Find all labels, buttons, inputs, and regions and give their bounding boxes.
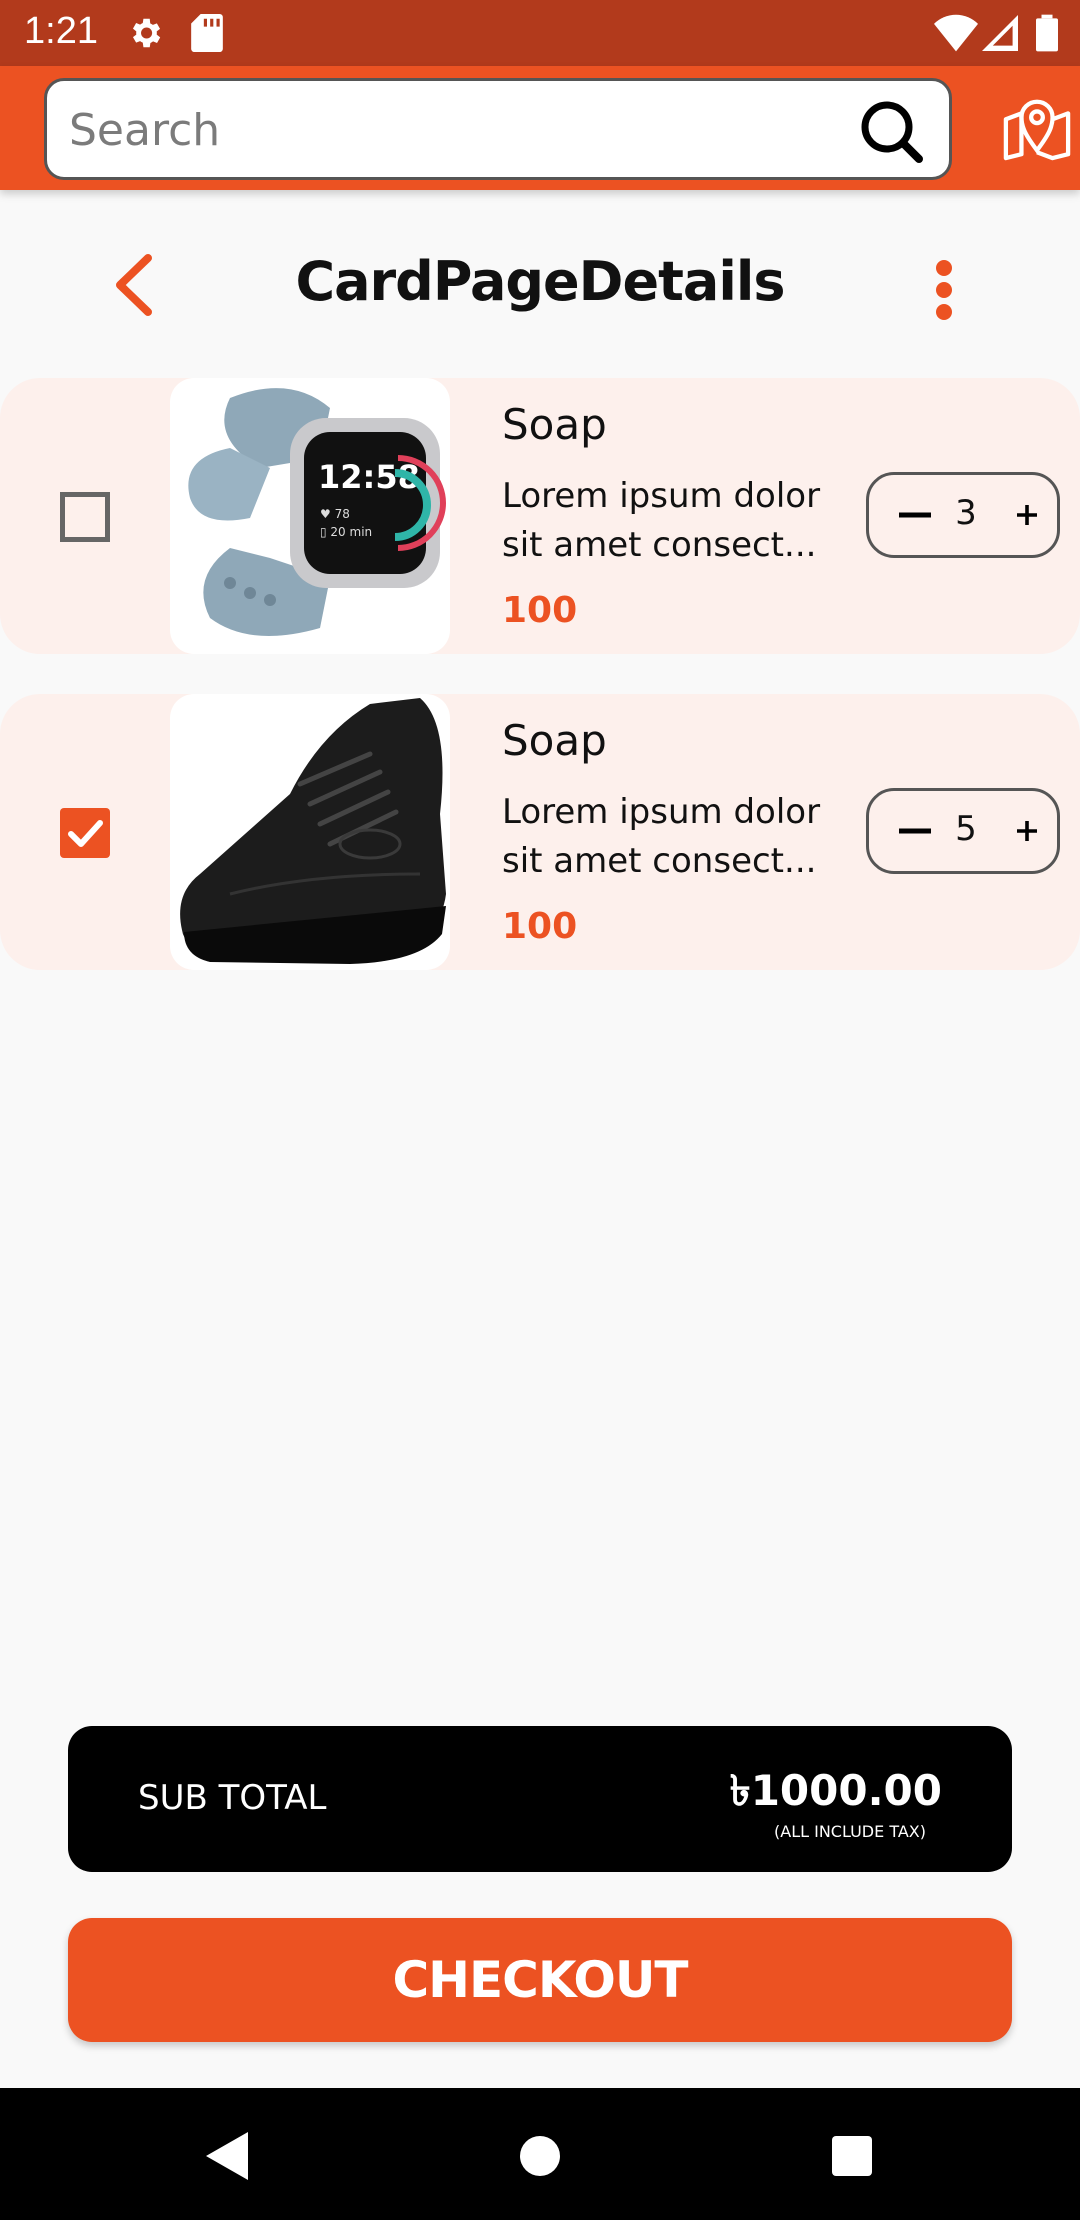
subtotal-tax-note: (ALL INCLUDE TAX) <box>774 1822 926 1841</box>
system-nav-bar <box>0 2088 1080 2220</box>
checkout-button[interactable]: CHECKOUT <box>68 1918 1012 2042</box>
subtotal-panel: SUB TOTAL ৳1000.00 (ALL INCLUDE TAX) <box>68 1726 1012 1872</box>
quantity-stepper[interactable]: 5 <box>866 788 1060 874</box>
product-name: Soap <box>502 400 607 449</box>
wifi-icon <box>934 14 978 52</box>
nav-home-icon[interactable] <box>512 2128 568 2184</box>
cart-item[interactable]: 12:58 ♥ 78 ▯ 20 min Soap Lorem ipsum dol… <box>0 378 1080 654</box>
product-price: 100 <box>502 590 578 631</box>
status-time: 1:21 <box>24 10 98 52</box>
search-icon[interactable] <box>859 99 923 163</box>
page-header: CardPageDetails <box>0 220 1080 350</box>
battery-icon <box>1036 14 1058 52</box>
plus-icon[interactable] <box>1009 495 1045 535</box>
nav-recents-icon[interactable] <box>824 2128 880 2184</box>
plus-icon[interactable] <box>1009 811 1045 851</box>
quantity-stepper[interactable]: 3 <box>866 472 1060 558</box>
sd-card-icon <box>191 14 223 52</box>
svg-text:▯ 20 min: ▯ 20 min <box>320 525 372 539</box>
smartwatch-icon: 12:58 ♥ 78 ▯ 20 min <box>188 388 446 636</box>
subtotal-label: SUB TOTAL <box>138 1778 327 1818</box>
subtotal-amount: ৳1000.00 <box>729 1766 942 1815</box>
svg-text:♥ 78: ♥ 78 <box>320 507 350 521</box>
checkbox-checked-icon[interactable] <box>60 808 110 858</box>
product-image-sneaker[interactable] <box>170 694 450 970</box>
cart-item[interactable]: Soap Lorem ipsum dolor sit amet consect.… <box>0 694 1080 970</box>
nav-back-icon[interactable] <box>200 2128 256 2184</box>
status-bar: 1:21 <box>0 0 1080 66</box>
search-box[interactable] <box>44 78 952 180</box>
product-description: Lorem ipsum dolor sit amet consect... <box>502 476 821 565</box>
map-pin-icon[interactable] <box>1002 92 1072 162</box>
search-input[interactable] <box>69 99 849 161</box>
product-price: 100 <box>502 906 578 947</box>
more-vert-icon[interactable] <box>932 260 956 320</box>
top-app-bar <box>0 66 1080 190</box>
item-checkbox[interactable] <box>60 492 110 542</box>
gear-icon <box>132 18 161 48</box>
product-description: Lorem ipsum dolor sit amet consect... <box>502 792 821 881</box>
product-image-smartwatch[interactable]: 12:58 ♥ 78 ▯ 20 min <box>170 378 450 654</box>
page-title: CardPageDetails <box>295 250 785 313</box>
product-name: Soap <box>502 716 607 765</box>
item-checkbox[interactable] <box>60 808 110 858</box>
checkbox-unchecked-icon[interactable] <box>60 492 110 542</box>
signal-icon <box>982 15 1018 51</box>
sneaker-icon <box>180 698 446 964</box>
